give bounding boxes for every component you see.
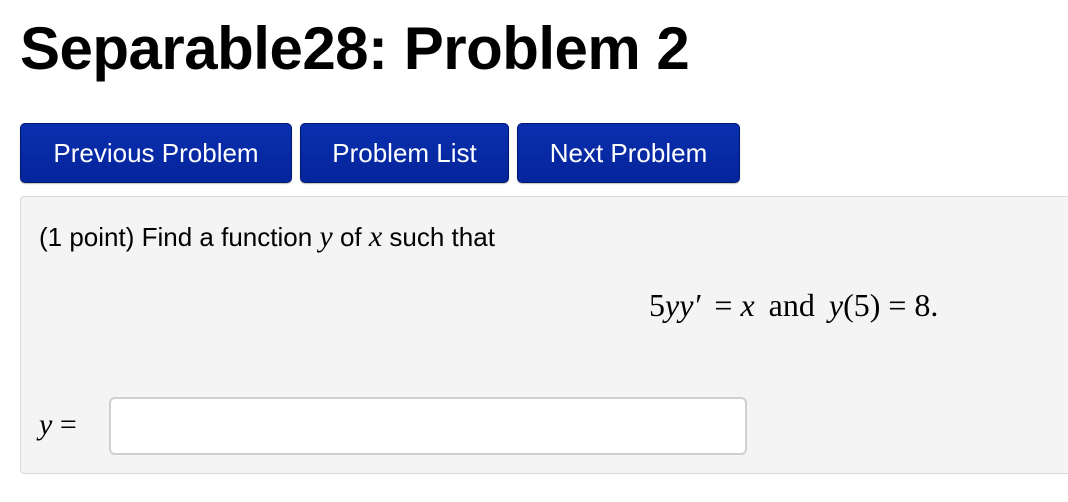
equation-coefficient: 5 <box>649 287 665 323</box>
answer-equals: = <box>52 408 77 441</box>
equation-rhs-x: x <box>740 287 755 323</box>
math-var-x: x <box>368 220 383 253</box>
math-var-y: y <box>319 220 333 253</box>
answer-var: y <box>39 408 53 441</box>
equation-lhs-variables: yy′ <box>665 287 701 323</box>
statement-of: of <box>332 222 369 252</box>
problem-statement: (1 point) Find a function y of x such th… <box>39 221 495 253</box>
answer-input[interactable] <box>109 397 747 455</box>
answer-label: y = <box>39 407 77 443</box>
initial-condition-y: y <box>828 287 844 323</box>
equation-equals: = <box>714 287 741 323</box>
statement-suffix: such that <box>382 222 495 252</box>
initial-condition-value: (5) = 8. <box>843 287 939 323</box>
problem-panel: (1 point) Find a function y of x such th… <box>20 196 1068 474</box>
equation-and: and <box>768 287 815 323</box>
problem-list-button[interactable]: Problem List <box>300 123 509 183</box>
differential-equation: 5yy′ = x and y(5) = 8. <box>649 285 938 325</box>
statement-intro: (1 point) Find a function <box>39 222 320 252</box>
next-problem-button[interactable]: Next Problem <box>517 123 740 183</box>
previous-problem-button[interactable]: Previous Problem <box>20 123 292 183</box>
page-title: Separable28: Problem 2 <box>20 15 690 82</box>
